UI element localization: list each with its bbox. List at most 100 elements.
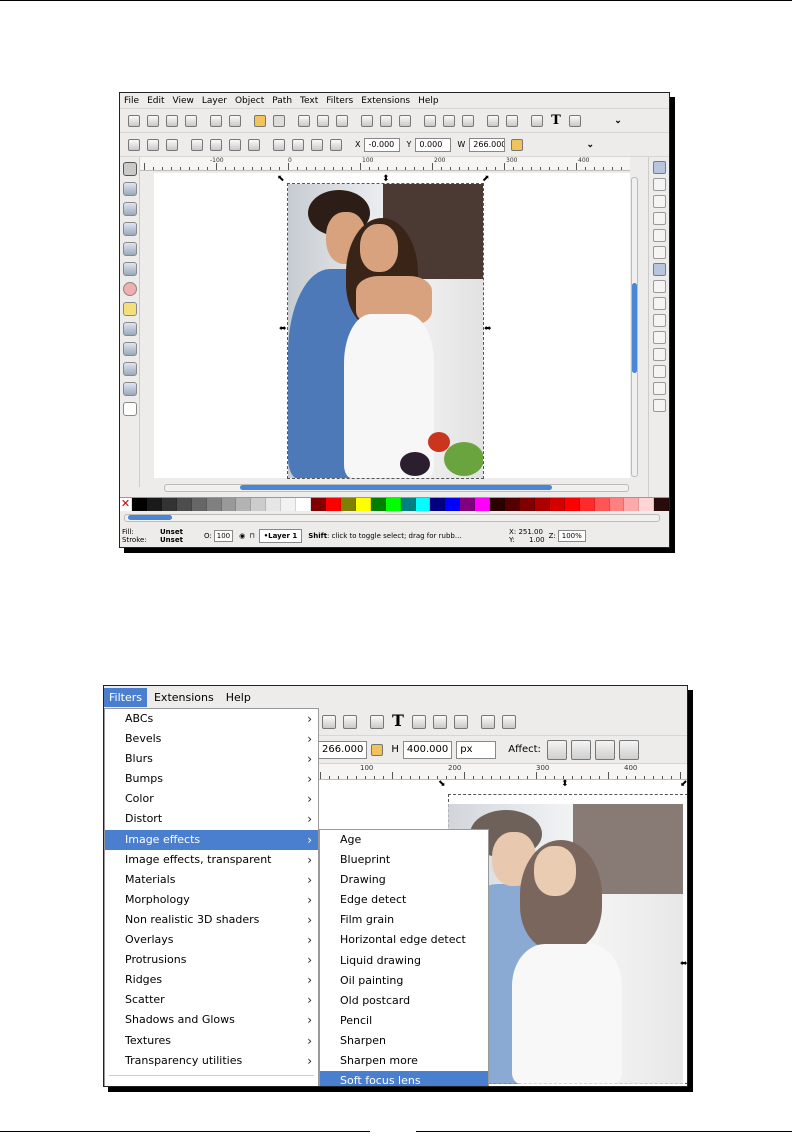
filters-menu-item[interactable]: Textures › bbox=[105, 1031, 318, 1051]
layer-select[interactable]: •Layer 1 bbox=[258, 529, 303, 543]
zoom-drawing-icon[interactable] bbox=[380, 114, 392, 127]
menu-extensions[interactable]: Extensions bbox=[149, 688, 219, 707]
canvas[interactable]: ⬉ ⬍ ⬈ ⬌ ⬌ bbox=[154, 173, 630, 479]
palette-swatch[interactable] bbox=[355, 498, 371, 511]
fill-stroke-values[interactable]: Unset Unset bbox=[160, 528, 204, 544]
snap-intersections-icon[interactable] bbox=[653, 297, 666, 310]
chevron-down-icon[interactable]: ⌄ bbox=[584, 139, 596, 151]
unit-select[interactable]: px bbox=[456, 740, 497, 759]
image-effects-submenu-item[interactable]: Horizontal edge detect bbox=[320, 930, 488, 950]
3d-box-tool-icon[interactable] bbox=[123, 262, 137, 276]
snap-midpoints-icon[interactable] bbox=[653, 331, 666, 344]
group-icon[interactable] bbox=[322, 714, 336, 729]
snap-page-border-icon[interactable] bbox=[653, 382, 666, 395]
palette-swatch[interactable] bbox=[191, 498, 207, 511]
snap-bbox-icon[interactable] bbox=[653, 178, 666, 191]
preferences-icon[interactable] bbox=[481, 714, 495, 729]
affect-stroke-width-button[interactable] bbox=[546, 739, 567, 760]
eye-icon[interactable]: ◉ bbox=[239, 532, 245, 540]
palette-swatch[interactable] bbox=[236, 498, 252, 511]
palette-swatch[interactable] bbox=[564, 498, 580, 511]
layers-icon[interactable] bbox=[569, 114, 581, 127]
scale-handle-right[interactable]: ⬌ bbox=[680, 960, 687, 969]
menu-view[interactable]: View bbox=[173, 96, 194, 106]
zoom-tool-icon[interactable] bbox=[123, 222, 137, 236]
scale-handle-right[interactable]: ⬌ bbox=[484, 325, 492, 334]
star-tool-icon[interactable] bbox=[123, 302, 137, 316]
opacity-input[interactable]: 100 bbox=[213, 530, 234, 542]
fill-stroke-icon[interactable] bbox=[370, 714, 384, 729]
snap-rotation-center-icon[interactable] bbox=[653, 365, 666, 378]
undo-icon[interactable] bbox=[254, 114, 266, 127]
snap-bbox-corner-icon[interactable] bbox=[653, 212, 666, 225]
filters-menu-item[interactable]: Scatter › bbox=[105, 990, 318, 1010]
filters-menu-item[interactable]: Ridges › bbox=[105, 970, 318, 990]
menu-file[interactable]: File bbox=[124, 96, 139, 106]
lower-to-bottom-icon[interactable] bbox=[330, 138, 342, 151]
flip-horizontal-icon[interactable] bbox=[229, 138, 241, 151]
palette-scroll-thumb[interactable] bbox=[128, 515, 172, 520]
image-effects-submenu-item[interactable]: Edge detect bbox=[320, 890, 488, 910]
palette-swatch[interactable] bbox=[609, 498, 625, 511]
image-effects-submenu-item[interactable]: Age bbox=[320, 830, 488, 850]
palette-swatch[interactable] bbox=[579, 498, 595, 511]
snap-grid-icon[interactable] bbox=[653, 399, 666, 412]
scale-handle-top-right[interactable]: ⬋ bbox=[680, 780, 687, 789]
palette-swatch[interactable] bbox=[475, 498, 491, 511]
palette-swatch[interactable] bbox=[176, 498, 192, 511]
palette-swatch[interactable] bbox=[400, 498, 416, 511]
palette-swatch[interactable] bbox=[460, 498, 476, 511]
palette-swatch[interactable] bbox=[206, 498, 222, 511]
horizontal-scrollbar[interactable] bbox=[164, 484, 629, 492]
filters-menu-item[interactable]: Non realistic 3D shaders › bbox=[105, 910, 318, 930]
h-field[interactable]: H 400.000 bbox=[391, 740, 453, 759]
image-effects-submenu-item[interactable]: Liquid drawing bbox=[320, 951, 488, 971]
image-effects-submenu-item[interactable]: Oil painting bbox=[320, 971, 488, 991]
node-tool-icon[interactable] bbox=[123, 182, 137, 196]
palette-swatch[interactable] bbox=[445, 498, 461, 511]
vertical-scrollbar[interactable] bbox=[631, 177, 638, 477]
palette-swatch[interactable] bbox=[385, 498, 401, 511]
w-input[interactable]: 266.000 bbox=[318, 740, 368, 759]
text-tool-icon[interactable] bbox=[123, 402, 137, 416]
filters-menu-item[interactable]: Blurs › bbox=[105, 749, 318, 769]
filters-menu-item[interactable]: Protrusions › bbox=[105, 950, 318, 970]
zoom-selection-icon[interactable] bbox=[361, 114, 373, 127]
affect-gradients-button[interactable] bbox=[594, 739, 615, 760]
no-paint-swatch[interactable]: ✕ bbox=[120, 498, 132, 511]
image-effects-submenu-item[interactable]: Film grain bbox=[320, 910, 488, 930]
fill-stroke-icon[interactable] bbox=[531, 114, 543, 127]
scale-handle-top-left[interactable]: ⬉ bbox=[277, 175, 285, 184]
lower-icon[interactable] bbox=[311, 138, 323, 151]
fill-value[interactable]: Unset bbox=[160, 528, 204, 536]
document-properties-icon[interactable] bbox=[502, 714, 516, 729]
palette-swatch[interactable] bbox=[415, 498, 431, 511]
print-icon[interactable] bbox=[185, 114, 197, 127]
flip-vertical-icon[interactable] bbox=[248, 138, 260, 151]
palette-swatch[interactable] bbox=[505, 498, 520, 511]
ungroup-icon[interactable] bbox=[506, 114, 518, 127]
image-effects-submenu-item[interactable]: Sharpen more bbox=[320, 1051, 488, 1071]
menu-layer[interactable]: Layer bbox=[202, 96, 227, 106]
scale-handle-top[interactable]: ⬍ bbox=[382, 175, 390, 184]
text-font-icon[interactable]: T bbox=[391, 712, 405, 729]
filters-menu-item[interactable]: Overlays › bbox=[105, 930, 318, 950]
horizontal-scroll-thumb[interactable] bbox=[240, 485, 552, 490]
open-icon[interactable] bbox=[147, 114, 159, 127]
snap-centers-icon[interactable] bbox=[653, 348, 666, 361]
scale-handle-top[interactable]: ⬍ bbox=[561, 780, 569, 789]
clone-icon[interactable] bbox=[443, 114, 455, 127]
x-input[interactable]: -0.000 bbox=[364, 137, 401, 152]
photo-couple-kitchen[interactable] bbox=[288, 184, 483, 478]
menu-object[interactable]: Object bbox=[235, 96, 264, 106]
group-icon[interactable] bbox=[487, 114, 499, 127]
import-icon[interactable] bbox=[210, 114, 222, 127]
scale-handle-top-left[interactable]: ⬊ bbox=[438, 780, 446, 789]
align-distribute-icon[interactable] bbox=[454, 714, 468, 729]
ellipse-tool-icon[interactable] bbox=[123, 282, 137, 296]
pencil-tool-icon[interactable] bbox=[123, 342, 137, 356]
filters-menu-item[interactable]: Image effects, transparent › bbox=[105, 850, 318, 870]
export-icon[interactable] bbox=[229, 114, 241, 127]
palette-swatch[interactable] bbox=[340, 498, 356, 511]
scale-handle-left[interactable]: ⬌ bbox=[279, 325, 287, 334]
